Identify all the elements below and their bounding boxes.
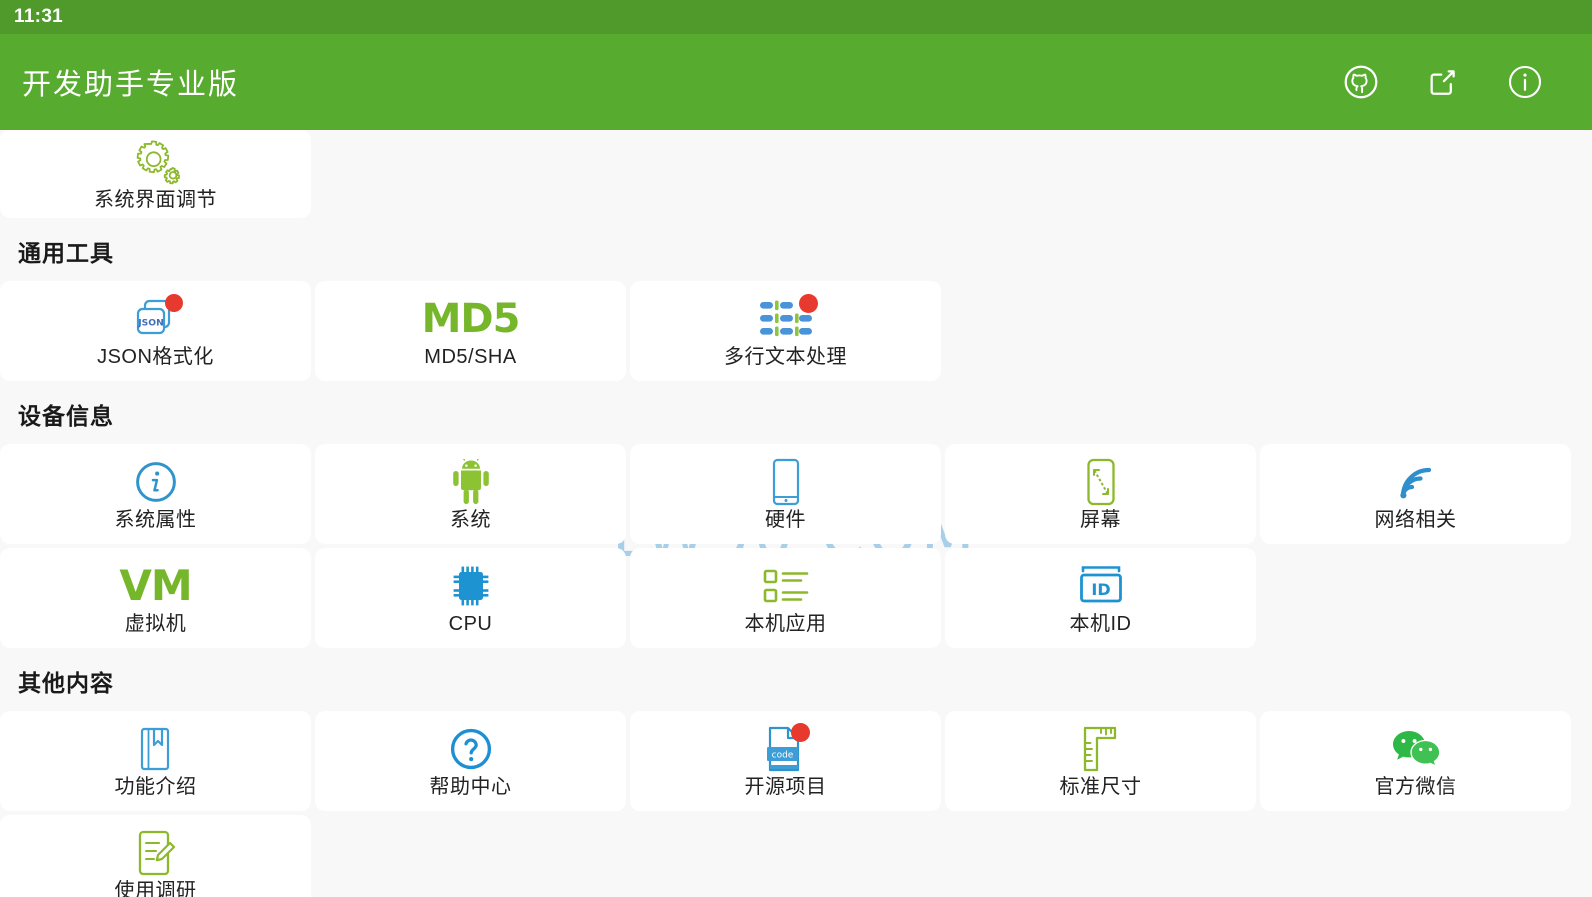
card-label: 帮助中心: [429, 776, 512, 798]
notification-badge: [164, 294, 183, 312]
phone-icon: [767, 457, 805, 507]
section-grid-device-info: 系统属性 系统 硬件 屏幕 网络相关 VM 虚拟机 CPU 本机应用 ID 本机…: [0, 444, 1592, 648]
card-label: 功能介绍: [114, 776, 197, 798]
card-device-id[interactable]: ID 本机ID: [945, 548, 1256, 648]
json-icon: JSON: [131, 294, 183, 344]
card-label: 开源项目: [744, 776, 827, 798]
card-label: 本机应用: [744, 613, 827, 635]
card-label: 虚拟机: [124, 613, 187, 635]
screen-diagonal-icon: [1082, 457, 1120, 507]
svg-text:code: code: [771, 751, 793, 761]
grid-empty-slot: [1260, 815, 1571, 897]
section-grid-general-tools: JSON JSON格式化 MD5 MD5/SHA 多行文本处理: [0, 281, 1592, 381]
wifi-signal-icon: [1392, 457, 1440, 507]
card-label: 系统: [450, 509, 491, 531]
card-label: 网络相关: [1374, 509, 1457, 531]
card-label: 系统属性: [114, 509, 197, 531]
card-label: 标准尺寸: [1059, 776, 1142, 798]
share-icon[interactable]: [1424, 63, 1462, 101]
question-circle-icon: [448, 724, 494, 774]
status-bar: 11:31: [0, 0, 1592, 34]
info-circle-icon: [133, 457, 179, 507]
section-grid-other-content: 功能介绍 帮助中心 code 开源项目 标准尺寸 官方微信 使用调研: [0, 711, 1592, 897]
svg-text:ID: ID: [1091, 580, 1110, 599]
section-title-general-tools: 通用工具: [18, 240, 114, 266]
section-title-device-info: 设备信息: [18, 403, 114, 429]
survey-form-icon: [134, 828, 178, 878]
card-label: 硬件: [765, 509, 806, 531]
card-label: 屏幕: [1080, 509, 1121, 531]
book-icon: [136, 724, 176, 774]
info-icon[interactable]: [1506, 63, 1544, 101]
card-virtual-machine[interactable]: VM 虚拟机: [0, 548, 311, 648]
card-system-ui-tuner[interactable]: 系统界面调节: [0, 130, 311, 218]
card-label: MD5/SHA: [424, 346, 517, 368]
card-open-source[interactable]: code 开源项目: [630, 711, 941, 811]
id-badge-icon: ID: [1077, 561, 1125, 611]
grid-empty-slot: [945, 815, 1256, 897]
card-label: 系统界面调节: [94, 189, 217, 211]
wechat-icon: [1390, 724, 1442, 774]
status-bar-time: 11:31: [14, 6, 64, 27]
grid-empty-slot: [1260, 281, 1571, 381]
card-label: JSON格式化: [97, 346, 214, 368]
app-bar: 开发助手专业版: [0, 34, 1592, 130]
card-label: 多行文本处理: [724, 346, 847, 368]
card-network[interactable]: 网络相关: [1260, 444, 1571, 544]
top-card-grid: 系统界面调节: [0, 130, 1592, 218]
card-screen[interactable]: 屏幕: [945, 444, 1256, 544]
grid-empty-slot: [945, 281, 1256, 381]
card-local-apps[interactable]: 本机应用: [630, 548, 941, 648]
android-robot-icon: [449, 457, 493, 507]
grid-empty-slot: [630, 815, 941, 897]
card-md5-sha[interactable]: MD5 MD5/SHA: [315, 281, 626, 381]
card-json-format[interactable]: JSON JSON格式化: [0, 281, 311, 381]
card-system[interactable]: 系统: [315, 444, 626, 544]
ruler-icon: [1079, 724, 1123, 774]
card-cpu[interactable]: CPU: [315, 548, 626, 648]
app-title: 开发助手专业版: [22, 69, 240, 101]
code-file-icon: code: [764, 723, 810, 774]
notification-badge: [798, 294, 818, 313]
card-standard-size[interactable]: 标准尺寸: [945, 711, 1256, 811]
card-feature-intro[interactable]: 功能介绍: [0, 711, 311, 811]
card-label: 本机ID: [1069, 613, 1132, 635]
section-title-other-content: 其他内容: [18, 670, 114, 696]
app-bar-actions: [1342, 63, 1544, 101]
main-content: LW50.COM 系统界面调节 通用工具: [0, 130, 1592, 897]
card-help-center[interactable]: 帮助中心: [315, 711, 626, 811]
grid-empty-slot: [1260, 548, 1571, 648]
card-hardware[interactable]: 硬件: [630, 444, 941, 544]
github-icon[interactable]: [1342, 63, 1380, 101]
app-list-icon: [762, 561, 810, 611]
card-official-wechat[interactable]: 官方微信: [1260, 711, 1571, 811]
cpu-chip-icon: [448, 561, 494, 611]
card-label: 使用调研: [114, 880, 197, 897]
grid-empty-slot: [315, 815, 626, 897]
card-label: CPU: [448, 613, 493, 635]
card-usage-survey[interactable]: 使用调研: [0, 815, 311, 897]
gears-icon: [129, 137, 183, 187]
card-label: 官方微信: [1374, 776, 1457, 798]
card-multiline-text[interactable]: 多行文本处理: [630, 281, 941, 381]
notification-badge: [790, 723, 810, 742]
multiline-text-icon: [758, 294, 818, 344]
card-system-properties[interactable]: 系统属性: [0, 444, 311, 544]
vm-text-icon: VM: [119, 561, 192, 610]
md5-text-icon: MD5: [421, 296, 521, 342]
svg-text:JSON: JSON: [137, 318, 164, 329]
